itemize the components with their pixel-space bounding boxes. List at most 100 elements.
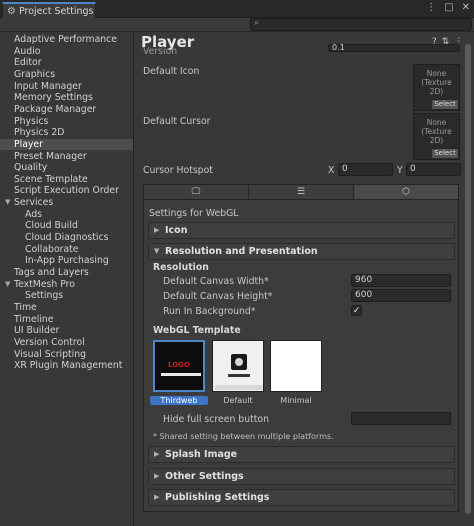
cursor-hotspot-label: Cursor Hotspot	[143, 165, 213, 176]
sidebar-item[interactable]: Package Manager	[0, 104, 133, 116]
hotspot-y-field[interactable]: 0	[406, 163, 461, 176]
server-icon: ☰	[296, 187, 306, 197]
collapsed-arrow-icon: ▶	[154, 472, 160, 480]
default-cursor-slot[interactable]: None (Texture 2D) Select	[413, 113, 460, 160]
canvas-height-field[interactable]: 600	[351, 289, 451, 302]
tab-server[interactable]: ☰	[249, 185, 354, 199]
sidebar-item[interactable]: Visual Scripting	[0, 349, 133, 361]
maximize-icon[interactable]: □	[444, 2, 453, 13]
sidebar-item[interactable]: Physics	[0, 116, 133, 128]
icon-foldout[interactable]: ▶ Icon	[148, 222, 455, 239]
platform-tabs: 🖵 ☰ ⬡	[143, 184, 459, 200]
collapsed-arrow-icon: ▶	[154, 226, 160, 234]
scrollbar-thumb[interactable]	[465, 44, 471, 514]
sidebar-item[interactable]: Adaptive Performance	[0, 34, 133, 46]
template-caption-thirdweb[interactable]: Thirdweb	[150, 396, 208, 405]
expanded-arrow-icon: ▼	[154, 247, 160, 255]
template-caption-default[interactable]: Default	[209, 396, 267, 405]
sidebar-item-label: Scene Template	[14, 173, 88, 185]
sidebar-item[interactable]: Cloud Diagnostics	[0, 232, 133, 244]
sidebar-item[interactable]: Script Execution Order	[0, 185, 133, 197]
unity-logo-icon	[231, 354, 247, 370]
progress-bar	[161, 373, 201, 376]
select-button[interactable]: Select	[432, 149, 458, 158]
sidebar-item[interactable]: ▼ TextMesh Pro	[0, 279, 133, 291]
hide-fullscreen-field[interactable]	[351, 412, 451, 425]
sidebar-item-label: XR Plugin Management	[14, 360, 123, 372]
sidebar-item[interactable]: Settings	[0, 290, 133, 302]
expand-arrow-icon[interactable]: ▼	[5, 279, 10, 291]
canvas-height-label: Default Canvas Height*	[163, 291, 273, 302]
sidebar-item[interactable]: Ads	[0, 209, 133, 221]
sidebar-item[interactable]: Memory Settings	[0, 92, 133, 104]
sidebar-item-label: Graphics	[14, 68, 56, 80]
sidebar-item[interactable]: UI Builder	[0, 325, 133, 337]
other-section-label: Other Settings	[165, 471, 244, 482]
sidebar-item[interactable]: Graphics	[0, 69, 133, 81]
splash-image-foldout[interactable]: ▶ Splash Image	[148, 446, 455, 463]
sidebar-item[interactable]: Audio	[0, 46, 133, 58]
sidebar-item-label: Audio	[14, 45, 41, 57]
sidebar-item-label: Time	[14, 301, 37, 313]
sidebar-item[interactable]: Cloud Build	[0, 220, 133, 232]
sidebar-item-label: Script Execution Order	[14, 185, 119, 197]
run-background-label: Run In Background*	[163, 306, 256, 317]
tab-webgl[interactable]: ⬡	[354, 185, 458, 199]
sidebar-item[interactable]: Preset Manager	[0, 151, 133, 163]
collapsed-arrow-icon: ▶	[154, 450, 160, 458]
sidebar-item-label: Package Manager	[14, 103, 97, 115]
more-options-icon[interactable]: ⋮	[426, 2, 436, 13]
sidebar-item-label: Player	[14, 138, 43, 150]
template-caption-minimal[interactable]: Minimal	[267, 396, 325, 405]
resolution-subheader: Resolution	[153, 262, 209, 273]
sidebar-item[interactable]: Input Manager	[0, 81, 133, 93]
version-label: Version	[143, 46, 178, 57]
resolution-section-label: Resolution and Presentation	[165, 246, 318, 257]
close-icon[interactable]: ✕	[462, 2, 470, 13]
monitor-icon: 🖵	[191, 187, 201, 197]
sidebar-item-label: Cloud Build	[25, 220, 78, 232]
tab-standalone[interactable]: 🖵	[144, 185, 249, 199]
tab-project-settings[interactable]: ⚙ Project Settings	[2, 2, 96, 18]
sidebar-item[interactable]: Time	[0, 302, 133, 314]
sidebar-item-label: Adaptive Performance	[14, 34, 118, 45]
sidebar-item[interactable]: In-App Purchasing	[0, 255, 133, 267]
sidebar-item[interactable]: Scene Template	[0, 174, 133, 186]
sidebar-item-label: Version Control	[14, 336, 85, 348]
sidebar-item[interactable]: Player	[0, 138, 133, 151]
hotspot-x-field[interactable]: 0	[338, 163, 393, 176]
hide-fullscreen-label: Hide full screen button	[163, 414, 269, 425]
footer-bar	[215, 385, 263, 390]
template-default[interactable]	[212, 340, 264, 392]
sidebar-item[interactable]: Physics 2D	[0, 127, 133, 139]
sidebar-item-label: Timeline	[14, 313, 54, 325]
run-background-checkbox[interactable]: ✓	[351, 305, 362, 316]
sidebar-item-label: Visual Scripting	[14, 348, 87, 360]
canvas-width-field[interactable]: 960	[351, 274, 451, 287]
sidebar-item[interactable]: Collaborate	[0, 244, 133, 256]
version-field[interactable]: 0.1	[328, 44, 460, 52]
default-icon-slot[interactable]: None (Texture 2D) Select	[413, 64, 460, 111]
search-input[interactable]: ⌕	[250, 18, 472, 31]
sidebar-item-label: Memory Settings	[14, 92, 93, 104]
sidebar-item[interactable]: XR Plugin Management	[0, 360, 133, 372]
template-minimal[interactable]	[270, 340, 322, 392]
sidebar-item-label: Settings	[25, 290, 64, 302]
resolution-foldout[interactable]: ▼ Resolution and Presentation	[148, 243, 455, 260]
sidebar-item[interactable]: Timeline	[0, 314, 133, 326]
sidebar-item[interactable]: Quality	[0, 162, 133, 174]
sidebar-item-label: Collaborate	[25, 243, 79, 255]
sidebar-item[interactable]: Editor	[0, 57, 133, 69]
shared-note: * Shared setting between multiple platfo…	[153, 432, 334, 441]
publishing-settings-foldout[interactable]: ▶ Publishing Settings	[148, 489, 455, 506]
sidebar-item-label: Preset Manager	[14, 150, 87, 162]
sidebar-item[interactable]: Version Control	[0, 337, 133, 349]
sidebar-item[interactable]: ▼ Services	[0, 197, 133, 209]
template-thirdweb[interactable]: LOGO	[153, 340, 205, 392]
hotspot-y-label: Y	[397, 165, 403, 176]
sidebar-item-label: Tags and Layers	[14, 267, 89, 278]
sidebar-item[interactable]: Tags and Layers	[0, 267, 133, 279]
select-button[interactable]: Select	[432, 100, 458, 109]
other-settings-foldout[interactable]: ▶ Other Settings	[148, 468, 455, 485]
expand-arrow-icon[interactable]: ▼	[5, 197, 10, 209]
